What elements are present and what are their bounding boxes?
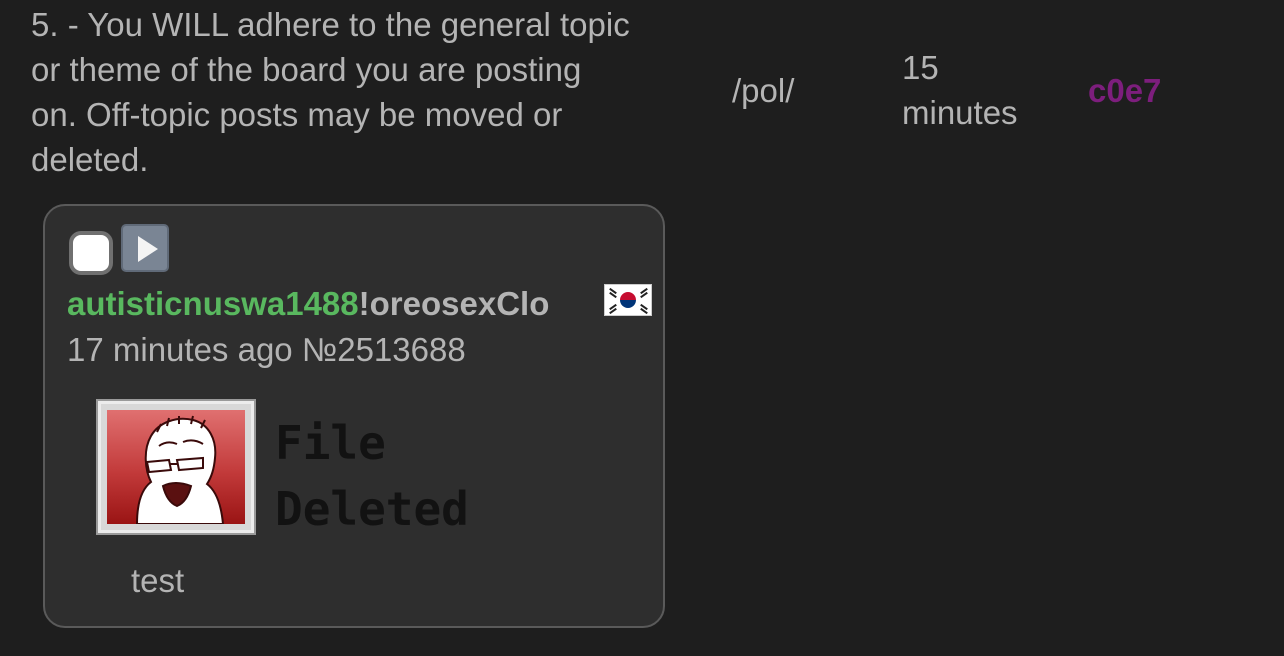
mod-id: c0e7 [1088,72,1162,109]
wojak-face-icon [135,415,225,524]
poster-tripcode: !oreosexClo [358,285,550,322]
play-icon[interactable] [121,224,169,272]
south-korea-flag-icon [604,284,652,316]
post-comment: test [131,562,185,599]
post-author: autisticnuswa1488!oreosexClo [67,282,549,326]
post-meta: 17 minutes ago №2513688 [67,331,466,368]
banned-post: autisticnuswa1488!oreosexClo 17 minutes … [43,204,665,628]
ban-reason-text: 5. - You WILL adhere to the general topi… [31,6,630,178]
file-deleted-label: File Deleted [275,416,469,536]
deleted-file-thumbnail[interactable] [98,401,254,533]
ban-board: /pol/ [732,72,795,109]
ban-page: 5. - You WILL adhere to the general topi… [0,0,1284,656]
post-select-checkbox[interactable] [69,231,113,275]
ban-duration: 15 minutes [902,49,1018,131]
poster-name: autisticnuswa1488 [67,285,359,322]
